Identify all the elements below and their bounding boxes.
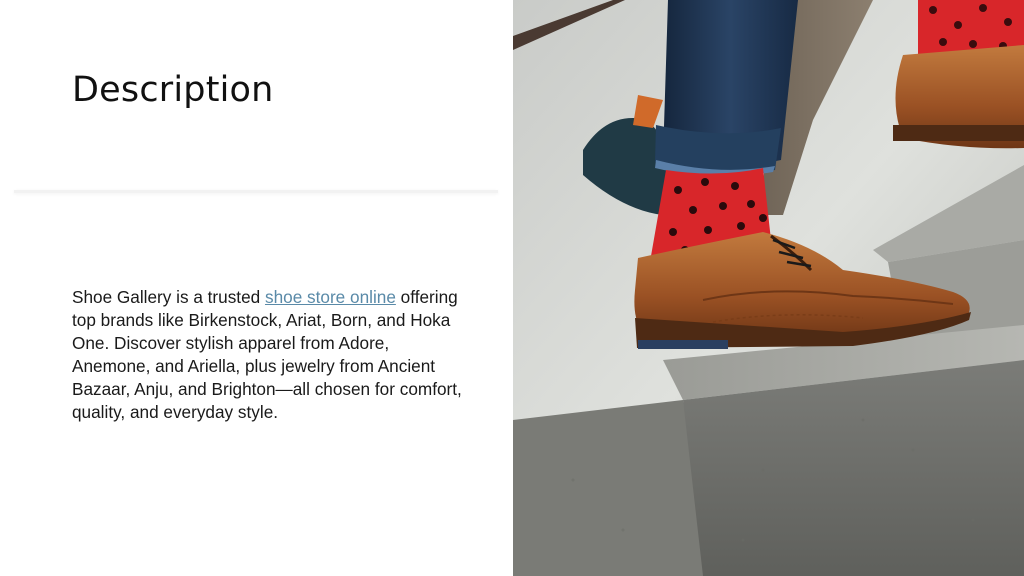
slide-title: Description (72, 70, 274, 110)
text-panel: Description Shoe Gallery is a trusted sh… (0, 0, 513, 576)
title-divider (14, 190, 498, 193)
description-rest: offering top brands like Birkenstock, Ar… (72, 287, 462, 422)
shoe-store-online-link[interactable]: shoe store online (265, 287, 396, 307)
shoe-photo-illustration (513, 0, 1024, 576)
description-intro: Shoe Gallery is a trusted (72, 287, 265, 307)
slide: Description Shoe Gallery is a trusted sh… (0, 0, 1024, 576)
shoe-photo (513, 0, 1024, 576)
description-text: Shoe Gallery is a trusted shoe store onl… (72, 286, 462, 424)
